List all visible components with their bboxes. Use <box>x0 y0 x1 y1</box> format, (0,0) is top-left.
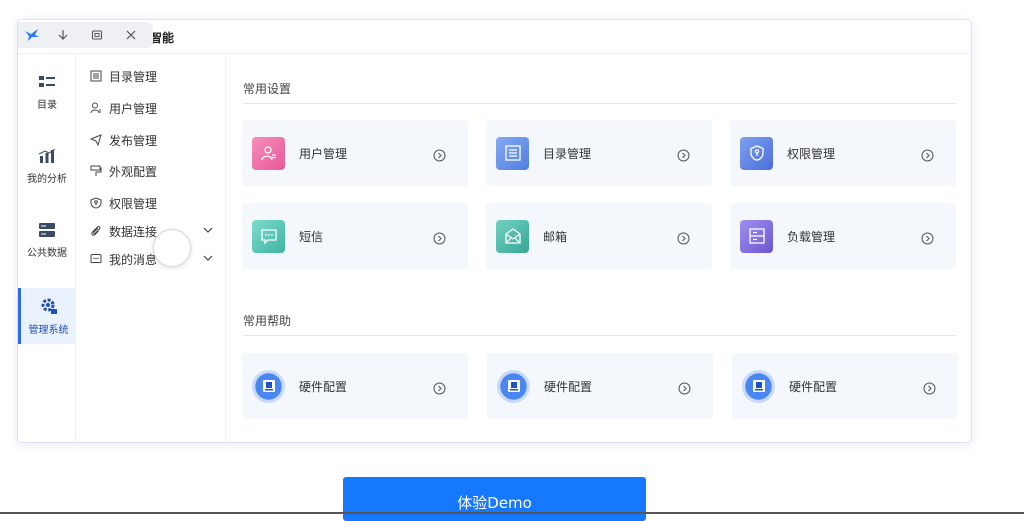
nav-item-directory[interactable]: 目录 <box>18 64 76 120</box>
card-label: 硬件配置 <box>789 379 838 394</box>
user-icon <box>89 101 103 115</box>
screenshot-icon[interactable] <box>80 22 114 48</box>
management-submenu: 目录管理 用户管理 发布管理 外观配置 权限管理 数据连接 我的消息 <box>77 54 226 442</box>
shield-card-icon <box>740 136 773 170</box>
close-icon[interactable] <box>114 22 148 48</box>
paint-roller-icon <box>89 164 103 178</box>
chevron-right-circle-icon[interactable] <box>433 230 446 249</box>
server-icon <box>740 219 773 253</box>
card-mailbox[interactable]: 邮箱 <box>486 203 712 269</box>
submenu-label: 发布管理 <box>109 133 158 148</box>
section-divider <box>243 335 956 336</box>
submenu-item-user-management[interactable]: 用户管理 <box>89 97 213 119</box>
chevron-right-circle-icon[interactable] <box>433 147 446 166</box>
gear-settings-icon <box>41 298 57 314</box>
floating-toolbar <box>18 22 153 48</box>
card-label: 用户管理 <box>299 146 348 161</box>
card-label: 邮箱 <box>543 229 568 244</box>
hardware-icon <box>252 369 285 403</box>
card-label: 权限管理 <box>787 146 836 161</box>
card-load-management[interactable]: 负载管理 <box>730 203 956 269</box>
pointer-indicator <box>153 229 191 267</box>
submenu-label: 用户管理 <box>109 101 158 116</box>
nav-item-management-system[interactable]: 管理系统 <box>18 288 76 344</box>
app-window: 智能 目录 我的分析 公共数据 管理系统 目录管理 用户管理 发布管理 外观配置… <box>17 19 972 443</box>
card-label: 短信 <box>299 229 324 244</box>
card-label: 硬件配置 <box>544 379 593 394</box>
nav-item-my-analysis[interactable]: 我的分析 <box>18 138 76 194</box>
submenu-item-permission-management[interactable]: 权限管理 <box>89 192 213 214</box>
send-icon <box>89 133 103 147</box>
bar-chart-icon <box>38 148 56 163</box>
submenu-label: 外观配置 <box>109 164 158 179</box>
icon-navigation: 目录 我的分析 公共数据 管理系统 <box>18 54 76 442</box>
nav-item-public-data[interactable]: 公共数据 <box>18 212 76 268</box>
section-title-common-settings: 常用设置 <box>243 82 292 96</box>
nav-label: 我的分析 <box>27 173 67 185</box>
card-permission-management[interactable]: 权限管理 <box>730 120 956 186</box>
nav-label: 公共数据 <box>27 247 67 259</box>
card-hardware-config[interactable]: 硬件配置 <box>487 353 713 419</box>
shield-key-icon <box>89 196 103 210</box>
card-label: 负载管理 <box>787 229 836 244</box>
submenu-item-publish-management[interactable]: 发布管理 <box>89 129 213 151</box>
card-label: 硬件配置 <box>299 379 348 394</box>
card-hardware-config[interactable]: 硬件配置 <box>242 353 468 419</box>
card-label: 目录管理 <box>543 146 592 161</box>
list-card-icon <box>496 136 529 170</box>
title-bar: 智能 <box>18 20 971 54</box>
list-icon <box>89 69 103 83</box>
nav-label: 目录 <box>37 99 57 111</box>
submenu-label: 我的消息 <box>109 252 158 267</box>
try-demo-button[interactable]: 体验Demo <box>343 477 646 521</box>
card-directory-management[interactable]: 目录管理 <box>486 120 712 186</box>
chevron-right-circle-icon[interactable] <box>677 147 690 166</box>
submenu-label: 目录管理 <box>109 69 158 84</box>
app-title: 智能 <box>150 31 175 45</box>
chevron-right-circle-icon[interactable] <box>923 380 936 399</box>
directory-icon <box>39 75 55 87</box>
sms-icon <box>252 219 285 253</box>
submenu-item-directory-management[interactable]: 目录管理 <box>89 65 213 87</box>
chevron-right-circle-icon[interactable] <box>433 380 446 399</box>
download-icon[interactable] <box>46 22 80 48</box>
paperclip-icon <box>89 224 103 238</box>
section-title-common-help: 常用帮助 <box>243 314 292 328</box>
section-divider <box>243 103 956 104</box>
chevron-right-circle-icon[interactable] <box>677 230 690 249</box>
card-user-management[interactable]: 用户管理 <box>242 120 468 186</box>
database-icon <box>39 222 55 237</box>
chevron-right-circle-icon[interactable] <box>921 230 934 249</box>
chevron-right-circle-icon[interactable] <box>678 380 691 399</box>
message-icon <box>89 252 103 266</box>
card-sms[interactable]: 短信 <box>242 203 468 269</box>
bird-logo-icon <box>18 22 46 48</box>
card-hardware-config[interactable]: 硬件配置 <box>732 353 958 419</box>
chevron-down-icon[interactable] <box>203 252 213 266</box>
submenu-label: 数据连接 <box>109 224 158 239</box>
user-card-icon <box>252 136 285 170</box>
hardware-icon <box>742 369 775 403</box>
main-content: 常用设置 用户管理 目录管理 权限管理 短信 邮箱 负载管理 常用帮助 硬件配置… <box>227 54 971 442</box>
mail-icon <box>496 219 529 253</box>
hardware-icon <box>497 369 530 403</box>
nav-label: 管理系统 <box>28 324 69 336</box>
submenu-item-data-connection[interactable]: 数据连接 <box>89 220 213 242</box>
submenu-item-appearance-config[interactable]: 外观配置 <box>89 160 213 182</box>
chevron-right-circle-icon[interactable] <box>921 147 934 166</box>
submenu-item-my-messages[interactable]: 我的消息 <box>89 248 213 270</box>
chevron-down-icon[interactable] <box>203 224 213 238</box>
submenu-label: 权限管理 <box>109 196 158 211</box>
